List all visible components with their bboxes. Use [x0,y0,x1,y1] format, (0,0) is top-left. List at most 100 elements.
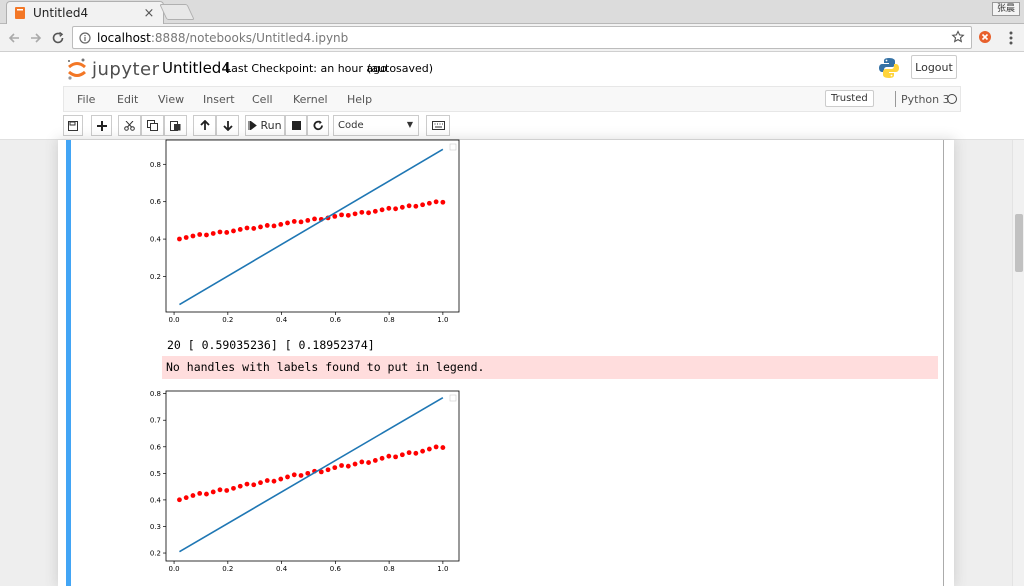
scatter-point [291,219,297,224]
scatter-point [413,450,419,456]
bookmark-star-icon[interactable] [951,30,965,47]
y-tick-label: 0.3 [150,523,161,531]
info-icon[interactable] [79,31,91,44]
y-tick-label: 0.2 [150,273,161,281]
menu-help[interactable]: Help [347,93,372,106]
move-up-button[interactable] [193,115,216,136]
x-tick-label: 0.2 [222,316,233,324]
scatter-point [359,459,365,465]
scatter-point [420,448,426,454]
y-tick-label: 0.7 [150,417,161,425]
logout-button[interactable]: Logout [911,55,957,79]
y-tick-label: 0.5 [150,470,161,478]
page-scrollbar[interactable] [1012,140,1024,586]
scatter-point [440,199,446,205]
scatter-point [433,444,439,450]
y-tick-label: 0.8 [150,161,161,169]
kernel-name[interactable]: Python 3 [901,93,950,106]
extension-icon[interactable] [978,30,992,47]
trusted-badge[interactable]: Trusted [825,90,874,107]
x-tick-label: 0.8 [384,316,395,324]
jupyter-logo[interactable]: jupyter [66,57,160,81]
scatter-point [183,495,189,501]
scatter-point [237,483,243,489]
cell-type-select[interactable]: Code ▼ [333,115,419,136]
x-tick-label: 1.0 [437,565,448,573]
paste-button[interactable] [164,115,187,136]
y-tick-label: 0.6 [150,443,162,451]
scrollbar-thumb[interactable] [1015,214,1023,272]
profile-badge[interactable]: 张晨 [991,2,1020,16]
menu-edit[interactable]: Edit [117,93,138,106]
empty-legend-box [449,394,457,402]
cell-type-value: Code [338,120,364,131]
menu-view[interactable]: View [158,93,184,106]
scatter-point [332,465,338,471]
address-bar[interactable]: localhost:8888/notebooks/Untitled4.ipynb [72,26,972,49]
copy-button[interactable] [141,115,164,136]
x-tick-label: 0.4 [276,565,288,573]
menu-cell[interactable]: Cell [252,93,273,106]
scatter-point [237,227,243,232]
scatter-point [285,220,290,226]
reload-icon[interactable] [50,30,66,46]
scatter-point [278,222,284,227]
scatter-point [298,473,304,478]
save-icon [68,120,78,131]
back-icon[interactable] [6,30,22,46]
scatter-point [217,487,223,493]
move-down-button[interactable] [216,115,239,136]
autosave-status: (autosaved) [367,62,434,75]
scatter-point [413,203,419,209]
url-host: localhost [97,30,151,45]
scatter-point [264,478,270,483]
insert-cell-button[interactable] [91,115,112,136]
scatter-point [258,480,263,486]
browser-menu-icon[interactable] [1008,30,1014,49]
restart-button[interactable] [307,115,329,136]
scatter-point [366,460,371,465]
x-tick-label: 0.0 [168,316,179,324]
cut-icon [124,120,135,131]
scatter-point [224,488,230,493]
scatter-point [291,472,297,478]
y-tick-label: 0.8 [150,390,161,398]
forward-icon[interactable] [28,30,44,46]
plot-2-svg: 0.0 0.2 0.4 0.6 0.8 1.0 0.2 0.3 0.4 0.5 0.6 0.7 0.8 [150,390,460,573]
jupyter-logo-icon [68,58,86,80]
plot-axes-frame [165,390,460,562]
python-logo-icon [878,57,900,82]
scatter-point [399,204,405,210]
scatter-point [393,206,398,212]
scatter-point [406,450,412,456]
scatter-point [244,481,250,487]
notebook-name[interactable]: Untitled4 [162,59,231,77]
scatter-point [339,463,344,468]
kernel-idle-indicator-icon [947,94,957,104]
scatter-point [386,453,392,459]
menu-kernel[interactable]: Kernel [293,93,328,106]
scatter-point [426,446,432,452]
scatter-point [339,212,344,218]
scatter-point [183,235,189,240]
scatter-point [352,461,358,467]
tab-title: Untitled4 [33,6,89,20]
menu-file[interactable]: File [77,93,95,106]
cut-button[interactable] [118,115,141,136]
scatter-point [359,209,365,215]
browser-tab[interactable]: Untitled4 × [6,1,164,24]
x-tick-label: 0.0 [168,565,179,573]
kernel-separator [895,91,896,107]
run-button[interactable]: Run [245,115,285,136]
menu-insert[interactable]: Insert [203,93,235,106]
x-tick-label: 0.6 [330,316,342,324]
scatter-point [399,452,405,458]
scatter-point [426,200,432,206]
command-palette-button[interactable] [426,115,450,136]
new-tab-button[interactable] [159,4,195,20]
save-button[interactable] [63,115,83,136]
scatter-point [379,455,385,461]
notebook-header: jupyter Untitled4 Last Checkpoint: an ho… [0,52,1024,140]
interrupt-button[interactable] [285,115,307,136]
tab-close-icon[interactable]: × [143,6,155,21]
